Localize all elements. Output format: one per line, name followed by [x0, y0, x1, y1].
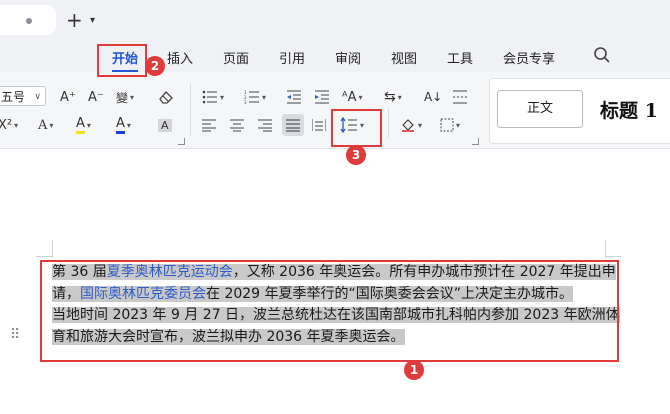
- margin-mark: [52, 240, 53, 258]
- menu-tab-member[interactable]: 会员专享: [503, 48, 555, 67]
- justify-button[interactable]: [282, 114, 304, 136]
- paragraph-dialog-launcher[interactable]: [472, 138, 479, 145]
- chevron-down-icon: ▾: [397, 92, 402, 102]
- shrink-font-icon: A⁻: [88, 89, 104, 105]
- eraser-icon: [159, 91, 173, 104]
- font-color-button[interactable]: A ▾: [116, 114, 131, 136]
- bullet-list-button[interactable]: ▾: [202, 86, 224, 108]
- chevron-down-icon: ▾: [262, 92, 267, 102]
- text-effect-button[interactable]: A ▾: [38, 114, 53, 136]
- paint-bucket-icon: [402, 119, 414, 132]
- highlight-icon: A: [76, 116, 85, 134]
- align-center-button[interactable]: [230, 114, 244, 136]
- chevron-down-icon: ▾: [14, 120, 19, 130]
- menu-tab-review[interactable]: 审阅: [335, 48, 361, 67]
- menu-tab-references[interactable]: 引用: [279, 48, 305, 67]
- superscript-button[interactable]: X² ▾: [0, 114, 18, 136]
- toolbar-separator: [388, 108, 389, 138]
- annotation-box-paragraph: [40, 260, 619, 362]
- align-left-icon: [202, 119, 216, 132]
- borders-button[interactable]: ▾: [440, 114, 460, 136]
- svg-text:3: 3: [244, 100, 247, 104]
- text-effect-icon: A: [38, 117, 48, 133]
- increase-indent-button[interactable]: [314, 86, 330, 108]
- superscript-icon: X²: [0, 117, 13, 133]
- annotation-badge-3: 3: [346, 145, 366, 165]
- numbered-list-icon: 123: [244, 90, 259, 104]
- justify-icon: [286, 119, 300, 132]
- chevron-down-icon: ▾: [358, 92, 363, 102]
- numbered-list-button[interactable]: 123 ▾: [244, 86, 266, 108]
- font-size-select[interactable]: 五号 ∨: [0, 86, 46, 106]
- char-shading-button[interactable]: A: [158, 114, 172, 136]
- annotation-box-home: [97, 44, 147, 77]
- sort-icon: A↓: [424, 90, 443, 104]
- sort-text-button[interactable]: ⇆ ▾: [384, 86, 402, 108]
- phonetic-guide-button[interactable]: 變 ▾: [116, 86, 134, 108]
- menu-tab-view[interactable]: 视图: [391, 48, 417, 67]
- chevron-down-icon: ▾: [418, 120, 423, 130]
- document-tab[interactable]: [0, 5, 56, 35]
- annotation-badge-1: 1: [404, 360, 424, 380]
- decrease-indent-icon: [287, 90, 301, 104]
- new-tab-button[interactable]: + ▾: [66, 9, 102, 31]
- font-color-icon: A: [116, 116, 125, 134]
- annotation-box-line-spacing: [331, 109, 382, 147]
- style-normal[interactable]: 正文: [497, 90, 583, 128]
- chevron-down-icon: ▾: [90, 15, 96, 26]
- align-right-icon: [258, 119, 272, 132]
- shrink-font-button[interactable]: A⁻: [88, 86, 104, 108]
- highlight-button[interactable]: A ▾: [76, 114, 91, 136]
- char-shading-icon: A: [158, 118, 172, 132]
- style-heading-1[interactable]: 标题 1: [600, 96, 658, 123]
- font-size-value: 五号: [1, 90, 26, 104]
- align-right-button[interactable]: [258, 114, 272, 136]
- decrease-indent-button[interactable]: [286, 86, 302, 108]
- chevron-down-icon: ▾: [126, 120, 131, 130]
- chevron-down-icon: ▾: [86, 120, 91, 130]
- phonetic-icon: 變: [116, 90, 129, 105]
- increase-indent-icon: [315, 90, 329, 104]
- menu-tab-tools[interactable]: 工具: [447, 48, 473, 67]
- chevron-down-icon: ▾: [220, 92, 225, 102]
- bullet-list-icon: [202, 90, 217, 104]
- sort-text-icon: ⇆: [384, 89, 396, 105]
- clear-format-button[interactable]: [158, 86, 174, 108]
- sort-button[interactable]: A↓: [424, 86, 442, 108]
- chevron-down-icon: ▾: [130, 92, 135, 102]
- annotation-badge-2: 2: [145, 56, 165, 76]
- chevron-down-icon: ▾: [49, 120, 54, 130]
- shading-button[interactable]: ▾: [400, 114, 422, 136]
- grow-font-icon: A⁺: [60, 89, 76, 105]
- chevron-down-icon: ▾: [456, 120, 461, 130]
- chevron-down-icon: ∨: [34, 92, 41, 102]
- distributed-align-button[interactable]: [312, 114, 326, 136]
- search-icon[interactable]: [593, 46, 611, 64]
- text-direction-icon: ᴬA: [342, 89, 357, 105]
- margin-mark: [36, 256, 52, 257]
- show-marks-icon: [453, 90, 467, 104]
- menu-tab-insert[interactable]: 插入: [167, 48, 193, 67]
- distributed-align-icon: [312, 119, 326, 131]
- drag-handle-icon[interactable]: ⠿: [10, 327, 20, 343]
- align-left-button[interactable]: [202, 114, 216, 136]
- plus-icon: +: [66, 8, 83, 32]
- text-direction-button[interactable]: ᴬA ▾: [342, 86, 363, 108]
- align-center-icon: [230, 119, 244, 132]
- unsaved-dot-icon: [26, 18, 32, 24]
- margin-mark: [605, 256, 621, 257]
- borders-icon: [440, 118, 454, 132]
- show-marks-button[interactable]: [452, 86, 468, 108]
- tab-strip: + ▾: [0, 0, 670, 40]
- toolbar-separator: [190, 84, 191, 136]
- font-dialog-launcher[interactable]: [178, 138, 185, 145]
- menu-tab-page[interactable]: 页面: [223, 48, 249, 67]
- grow-font-button[interactable]: A⁺: [60, 86, 76, 108]
